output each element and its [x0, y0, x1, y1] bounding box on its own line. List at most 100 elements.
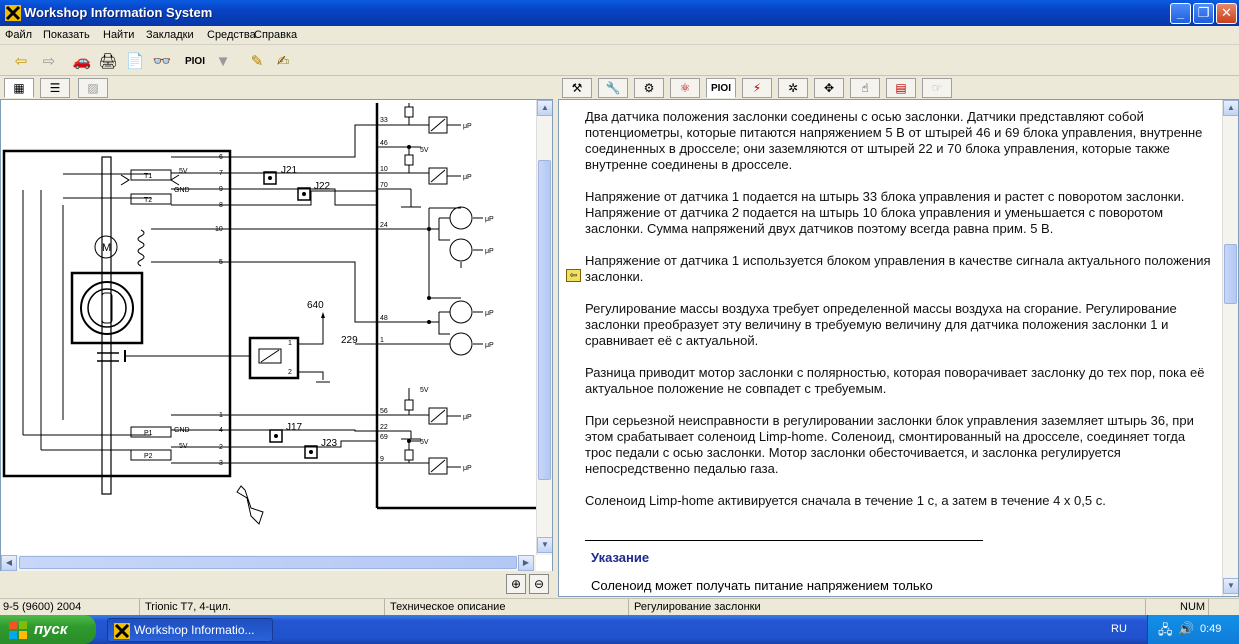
- motor-label: M: [102, 242, 111, 254]
- component-tab-icon[interactable]: ⚛: [670, 78, 700, 98]
- ecu-pin-label: 1: [380, 337, 384, 344]
- sensor-label: T2: [144, 197, 152, 204]
- menu-help[interactable]: Справка: [254, 29, 297, 41]
- wrench-tab-icon[interactable]: 🔧: [598, 78, 628, 98]
- output-label: μP: [463, 414, 472, 421]
- manual-tab-icon[interactable]: ▤: [886, 78, 916, 98]
- scroll-thumb[interactable]: [1224, 244, 1237, 304]
- wire-label: 229: [341, 335, 358, 346]
- menu-find[interactable]: Найти: [103, 29, 134, 41]
- title-bar: Workshop Information System _ ❐ ✕: [0, 0, 1239, 26]
- document-pane[interactable]: ⇦ Два датчика положения заслонки соедине…: [558, 99, 1239, 597]
- status-num: NUM: [1177, 599, 1209, 615]
- diagram-horizontal-scrollbar[interactable]: ◀ ▶: [1, 555, 536, 571]
- output-label: μP: [485, 248, 494, 255]
- status-model: 9-5 (9600) 2004: [0, 599, 140, 615]
- sensor-label: P2: [144, 453, 153, 460]
- menu-bookmarks[interactable]: Закладки: [146, 29, 194, 41]
- scroll-thumb[interactable]: [19, 556, 517, 569]
- zoom-in-icon[interactable]: ⊕: [506, 574, 526, 594]
- scroll-up-icon[interactable]: ▲: [1223, 100, 1238, 116]
- wire-label: 640: [307, 300, 324, 311]
- scroll-down-icon[interactable]: ▼: [537, 537, 552, 553]
- paragraph: Напряжение от датчика 1 подается на штыр…: [585, 189, 1185, 236]
- pin-label: 6: [219, 154, 223, 161]
- gear-tab-icon[interactable]: ✲: [778, 78, 808, 98]
- filter-icon[interactable]: ▼: [212, 50, 234, 72]
- pin-label: 10: [215, 226, 223, 233]
- status-bar: 9-5 (9600) 2004 Trionic T7, 4-цил. Техни…: [0, 598, 1239, 615]
- ecu-pin-label: 70: [380, 182, 388, 189]
- pioi-button[interactable]: PIOI: [184, 50, 206, 72]
- move-tab-icon[interactable]: ✥: [814, 78, 844, 98]
- graphic-tab-icon[interactable]: ▨: [78, 78, 108, 98]
- document-text: Два датчика положения заслонки соединены…: [585, 109, 1215, 525]
- bookmark-marker-icon[interactable]: ⇦: [566, 269, 581, 282]
- pin-label: 7: [219, 170, 223, 177]
- ecu-pin-label: 69: [380, 434, 388, 441]
- pioi-tab[interactable]: PIOI: [706, 78, 736, 98]
- scroll-down-icon[interactable]: ▼: [1223, 578, 1238, 594]
- car-icon[interactable]: 🚗: [71, 50, 93, 72]
- tree-tab-icon[interactable]: ▦: [4, 78, 34, 98]
- pin-label: 2: [219, 444, 223, 451]
- language-indicator[interactable]: RU: [1111, 623, 1127, 635]
- scroll-up-icon[interactable]: ▲: [537, 100, 552, 116]
- diagram-pane[interactable]: 6 7 9 8 10 5 1 4 2 3 33 46 10 70 24 48 1…: [0, 99, 553, 597]
- paragraph: Регулирование массы воздуха требует опре…: [585, 301, 1177, 348]
- paragraph: Разница приводит мотор заслонки с полярн…: [585, 365, 1205, 396]
- sensor-tab-icon[interactable]: ⚡: [742, 78, 772, 98]
- scroll-left-icon[interactable]: ◀: [1, 555, 17, 571]
- note-title: Указание: [591, 550, 650, 565]
- pin-label: 5: [219, 259, 223, 266]
- start-button[interactable]: пуск: [0, 615, 96, 644]
- window-title: Workshop Information System: [24, 5, 213, 20]
- forward-arrow-icon[interactable]: ⇨: [38, 50, 60, 72]
- relay-pin-label: 2: [288, 369, 292, 376]
- document-vertical-scrollbar[interactable]: ▲ ▼: [1222, 100, 1238, 596]
- sensor-label: P1: [144, 430, 153, 437]
- menu-tools[interactable]: Средства: [207, 29, 256, 41]
- right-tab-row: ⚒ 🔧 ⚙ ⚛ PIOI ⚡ ✲ ✥ ☝ ▤ ☞: [558, 77, 1239, 99]
- list-tab-icon[interactable]: ☰: [40, 78, 70, 98]
- paragraph: При серьезной неисправности в регулирова…: [585, 413, 1194, 476]
- document-export-icon[interactable]: 📄: [124, 50, 146, 72]
- output-label: μP: [485, 216, 494, 223]
- pin-label: 9: [219, 186, 223, 193]
- tools-tab-icon[interactable]: ⚒: [562, 78, 592, 98]
- junction-label: J21: [281, 165, 298, 176]
- ecu-pin-label: 10: [380, 166, 388, 173]
- engine-tab-icon[interactable]: ⚙: [634, 78, 664, 98]
- back-arrow-icon[interactable]: ⇦: [10, 50, 32, 72]
- note-text: Соленоид может получать питание напряжен…: [591, 578, 933, 593]
- maximize-button[interactable]: ❐: [1193, 3, 1214, 24]
- ecu-pin-label: 24: [380, 222, 388, 229]
- junction-label: J17: [286, 422, 303, 433]
- sensor-supply-label: 5V: [179, 168, 188, 175]
- hand-tab-icon[interactable]: ☝: [850, 78, 880, 98]
- close-button[interactable]: ✕: [1216, 3, 1237, 24]
- ecu-pin-label: 46: [380, 140, 388, 147]
- speaker-icon[interactable]: 🔊: [1178, 621, 1194, 637]
- ecu-pin-label: 56: [380, 408, 388, 415]
- scroll-thumb[interactable]: [538, 160, 551, 480]
- taskbar-window-button[interactable]: Workshop Informatio...: [107, 618, 273, 642]
- scroll-right-icon[interactable]: ▶: [518, 555, 534, 571]
- highlight-pen-icon[interactable]: ✎: [246, 50, 268, 72]
- menu-view[interactable]: Показать: [43, 29, 90, 41]
- wiring-diagram[interactable]: 6 7 9 8 10 5 1 4 2 3 33 46 10 70 24 48 1…: [1, 100, 536, 555]
- supply-label: 5V: [420, 147, 429, 154]
- note-edit-icon[interactable]: ✍: [272, 50, 294, 72]
- supply-label: 5V: [420, 439, 429, 446]
- start-label: пуск: [34, 621, 68, 638]
- disabled-tab-icon[interactable]: ☞: [922, 78, 952, 98]
- menu-file[interactable]: Файл: [5, 29, 32, 41]
- print-icon[interactable]: 🖨: [97, 50, 119, 72]
- zoom-out-icon[interactable]: ⊖: [529, 574, 549, 594]
- network-icon[interactable]: 🖧: [1158, 621, 1173, 643]
- diagram-vertical-scrollbar[interactable]: ▲ ▼: [536, 100, 552, 555]
- output-label: μP: [463, 123, 472, 130]
- binoculars-icon[interactable]: 👓: [151, 50, 173, 72]
- minimize-button[interactable]: _: [1170, 3, 1191, 24]
- clock[interactable]: 0:49: [1200, 623, 1221, 635]
